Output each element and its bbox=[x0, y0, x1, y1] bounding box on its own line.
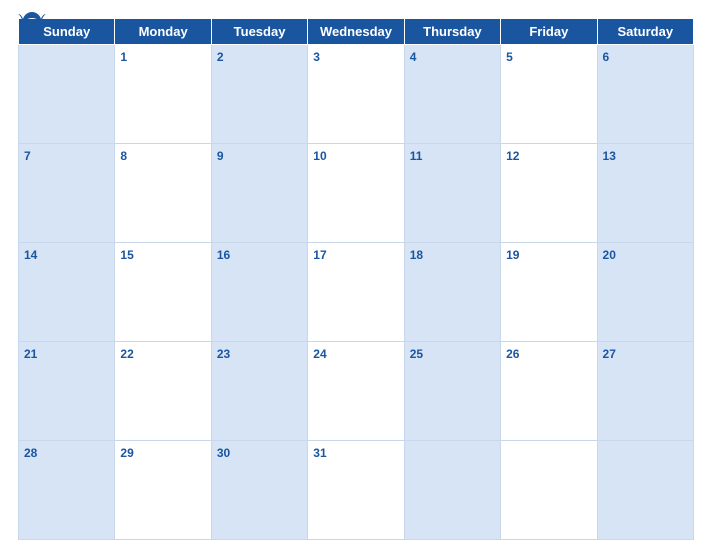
calendar-week-3: 14 15 16 17 18 19 20 bbox=[19, 243, 694, 342]
calendar-header bbox=[18, 10, 694, 14]
day-number: 13 bbox=[603, 149, 616, 163]
calendar-cell: 15 bbox=[115, 243, 211, 342]
weekday-header-row: SundayMondayTuesdayWednesdayThursdayFrid… bbox=[19, 19, 694, 45]
day-number: 22 bbox=[120, 347, 133, 361]
calendar-cell: 25 bbox=[404, 342, 500, 441]
day-number: 6 bbox=[603, 50, 610, 64]
calendar-cell: 21 bbox=[19, 342, 115, 441]
day-number: 26 bbox=[506, 347, 519, 361]
day-number: 12 bbox=[506, 149, 519, 163]
calendar-cell: 16 bbox=[211, 243, 307, 342]
calendar-cell: 13 bbox=[597, 144, 693, 243]
day-number: 23 bbox=[217, 347, 230, 361]
calendar-cell: 11 bbox=[404, 144, 500, 243]
calendar-cell: 23 bbox=[211, 342, 307, 441]
day-number: 2 bbox=[217, 50, 224, 64]
calendar-cell: 20 bbox=[597, 243, 693, 342]
calendar-cell: 8 bbox=[115, 144, 211, 243]
weekday-header-monday: Monday bbox=[115, 19, 211, 45]
weekday-header-saturday: Saturday bbox=[597, 19, 693, 45]
day-number: 31 bbox=[313, 446, 326, 460]
calendar-cell: 17 bbox=[308, 243, 404, 342]
weekday-header-thursday: Thursday bbox=[404, 19, 500, 45]
weekday-header-tuesday: Tuesday bbox=[211, 19, 307, 45]
calendar-cell: 1 bbox=[115, 45, 211, 144]
day-number: 1 bbox=[120, 50, 127, 64]
calendar-week-2: 7 8 9 10 11 12 13 bbox=[19, 144, 694, 243]
calendar-body: 1234567891011121314151617181920212223242… bbox=[19, 45, 694, 540]
day-number: 28 bbox=[24, 446, 37, 460]
day-number: 25 bbox=[410, 347, 423, 361]
calendar-cell bbox=[501, 441, 597, 540]
calendar-cell: 7 bbox=[19, 144, 115, 243]
calendar-cell: 29 bbox=[115, 441, 211, 540]
day-number: 15 bbox=[120, 248, 133, 262]
calendar-week-1: 1 2 3 4 5 6 bbox=[19, 45, 694, 144]
day-number: 8 bbox=[120, 149, 127, 163]
calendar-cell: 4 bbox=[404, 45, 500, 144]
calendar-week-4: 21 22 23 24 25 26 27 bbox=[19, 342, 694, 441]
calendar-week-5: 28 29 30 31 bbox=[19, 441, 694, 540]
day-number: 17 bbox=[313, 248, 326, 262]
calendar-cell: 18 bbox=[404, 243, 500, 342]
calendar-cell: 2 bbox=[211, 45, 307, 144]
day-number: 30 bbox=[217, 446, 230, 460]
day-number: 19 bbox=[506, 248, 519, 262]
day-number: 16 bbox=[217, 248, 230, 262]
calendar-cell: 28 bbox=[19, 441, 115, 540]
calendar-cell: 22 bbox=[115, 342, 211, 441]
weekday-header-wednesday: Wednesday bbox=[308, 19, 404, 45]
calendar-cell: 5 bbox=[501, 45, 597, 144]
logo-bird-icon bbox=[18, 10, 46, 26]
day-number: 3 bbox=[313, 50, 320, 64]
calendar-cell: 19 bbox=[501, 243, 597, 342]
calendar-cell: 24 bbox=[308, 342, 404, 441]
weekday-header-friday: Friday bbox=[501, 19, 597, 45]
calendar-cell: 10 bbox=[308, 144, 404, 243]
day-number: 10 bbox=[313, 149, 326, 163]
calendar-cell: 3 bbox=[308, 45, 404, 144]
day-number: 18 bbox=[410, 248, 423, 262]
calendar-cell bbox=[19, 45, 115, 144]
day-number: 7 bbox=[24, 149, 31, 163]
logo bbox=[18, 10, 48, 26]
calendar-cell: 26 bbox=[501, 342, 597, 441]
calendar-cell: 14 bbox=[19, 243, 115, 342]
day-number: 21 bbox=[24, 347, 37, 361]
calendar-cell bbox=[404, 441, 500, 540]
day-number: 24 bbox=[313, 347, 326, 361]
calendar-cell: 12 bbox=[501, 144, 597, 243]
calendar-cell bbox=[597, 441, 693, 540]
day-number: 27 bbox=[603, 347, 616, 361]
day-number: 20 bbox=[603, 248, 616, 262]
day-number: 5 bbox=[506, 50, 513, 64]
day-number: 4 bbox=[410, 50, 417, 64]
day-number: 9 bbox=[217, 149, 224, 163]
calendar-cell: 30 bbox=[211, 441, 307, 540]
calendar-table: SundayMondayTuesdayWednesdayThursdayFrid… bbox=[18, 18, 694, 540]
calendar-cell: 6 bbox=[597, 45, 693, 144]
day-number: 29 bbox=[120, 446, 133, 460]
calendar-cell: 31 bbox=[308, 441, 404, 540]
day-number: 11 bbox=[410, 149, 423, 163]
day-number: 14 bbox=[24, 248, 37, 262]
calendar-cell: 9 bbox=[211, 144, 307, 243]
calendar-cell: 27 bbox=[597, 342, 693, 441]
